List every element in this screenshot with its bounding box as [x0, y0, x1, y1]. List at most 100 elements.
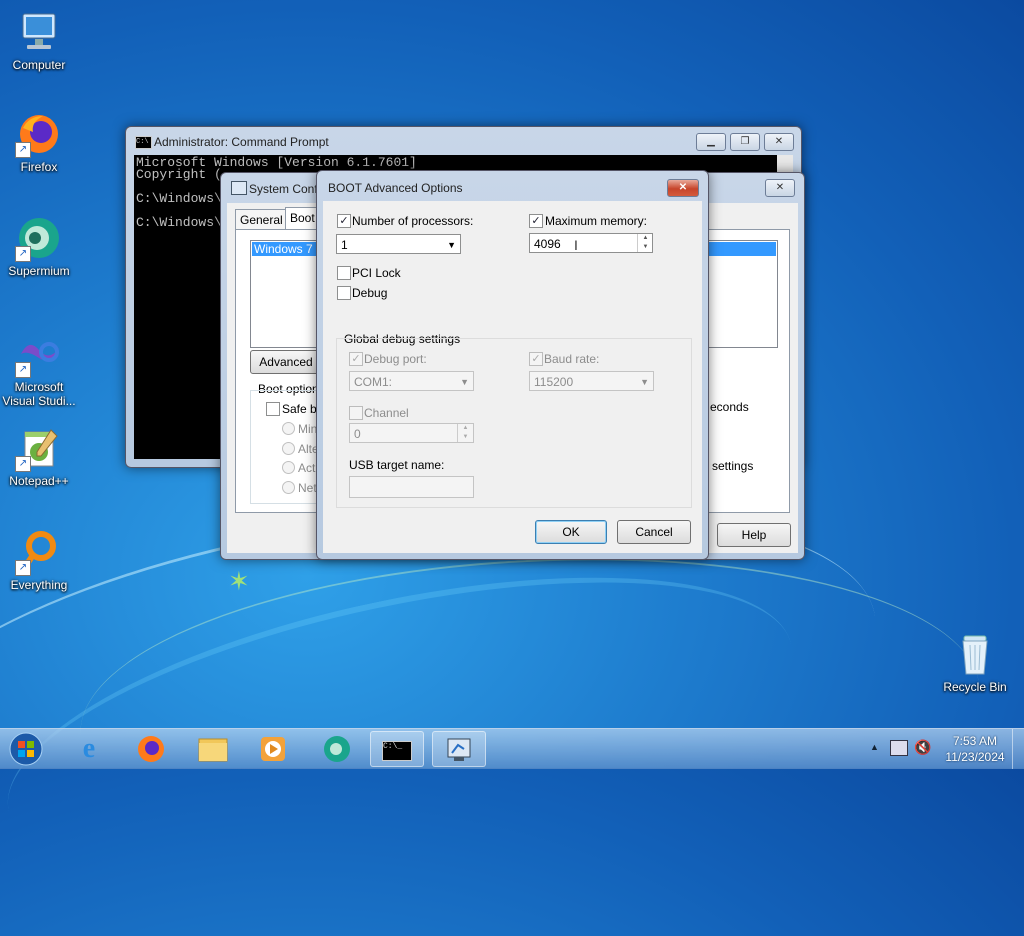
num-processors-dropdown[interactable]: 1 ▼	[336, 234, 461, 254]
baud-rate-label: Baud rate:	[544, 352, 600, 366]
num-processors-label: Number of processors:	[352, 214, 474, 228]
sysconfig-close-button[interactable]: ✕	[765, 179, 795, 197]
tab-general[interactable]: General	[235, 209, 288, 230]
desktop-icon-label: Microsoft Visual Studi...	[2, 380, 76, 408]
bootadv-close-button[interactable]: ✕	[667, 179, 699, 197]
close-button[interactable]: ✕	[764, 133, 794, 151]
radio-active[interactable]	[282, 461, 295, 474]
pci-lock-checkbox[interactable]	[337, 266, 351, 280]
taskbar: e C:\_ ▲ 🔇 7:53 AM 11/23/2024	[0, 728, 1024, 769]
maximize-button[interactable]: ❐	[730, 133, 760, 151]
max-memory-value: 4096	[534, 237, 561, 251]
channel-label: Channel	[364, 406, 409, 420]
baud-rate-checkbox[interactable]: ✓	[529, 352, 543, 366]
desktop-icon-notepadpp[interactable]: ↗ Notepad++	[1, 424, 77, 488]
safe-boot-checkbox[interactable]	[266, 402, 280, 416]
desktop-icon-computer[interactable]: Computer	[1, 8, 77, 72]
chevron-down-icon: ▼	[447, 240, 456, 250]
bootadv-titlebar[interactable]: BOOT Advanced Options ✕	[317, 171, 708, 199]
tab-boot[interactable]: Boot	[285, 207, 320, 230]
sysconfig-title: System Conf	[249, 182, 318, 196]
shortcut-arrow-icon: ↗	[15, 246, 31, 262]
channel-checkbox[interactable]	[349, 406, 363, 420]
chevron-down-icon: ▼	[640, 377, 649, 387]
desktop-icon-label: Recycle Bin	[943, 680, 1007, 694]
baud-rate-dropdown[interactable]: 115200 ▼	[529, 371, 654, 391]
taskbar-command-prompt[interactable]: C:\_	[370, 731, 424, 767]
shortcut-arrow-icon: ↗	[15, 362, 31, 378]
channel-input[interactable]: 0	[349, 423, 474, 443]
taskbar-internet-explorer[interactable]: e	[62, 731, 116, 767]
max-memory-input[interactable]: 4096	[529, 233, 653, 253]
taskbar-media-player[interactable]	[246, 731, 300, 767]
shortcut-arrow-icon: ↗	[15, 560, 31, 576]
debug-port-dropdown[interactable]: COM1: ▼	[349, 371, 474, 391]
media-player-icon	[261, 737, 285, 761]
num-processors-checkbox[interactable]: ✓	[337, 214, 351, 228]
taskbar-explorer[interactable]	[186, 731, 240, 767]
taskbar-firefox[interactable]	[124, 731, 178, 767]
desktop-icon-everything[interactable]: ↗ Everything	[1, 528, 77, 592]
radio-minimal[interactable]	[282, 422, 295, 435]
folder-icon	[198, 738, 228, 762]
debug-label: Debug	[352, 286, 388, 300]
debug-port-value: COM1:	[354, 375, 393, 389]
desktop-icon-visual-studio[interactable]: ↗ Microsoft Visual Studi...	[1, 330, 77, 408]
recycle-bin-icon	[951, 630, 999, 678]
debug-port-label: Debug port:	[364, 352, 427, 366]
text-cursor-icon: I	[574, 237, 578, 253]
timeout-seconds-label: econds	[710, 400, 749, 414]
max-memory-checkbox[interactable]: ✓	[529, 214, 543, 228]
sysconfig-app-icon	[231, 181, 247, 195]
minimize-button[interactable]: ▁	[696, 133, 726, 151]
desktop-icon-firefox[interactable]: ↗ Firefox	[1, 110, 77, 174]
network-icon[interactable]	[890, 740, 908, 756]
clock[interactable]: 7:53 AM 11/23/2024	[940, 733, 1010, 765]
everything-icon: ↗	[15, 528, 63, 576]
cancel-button[interactable]: Cancel	[617, 520, 691, 544]
start-button[interactable]	[3, 731, 49, 767]
radio-alternate[interactable]	[282, 442, 295, 455]
desktop-icon-recycle-bin[interactable]: Recycle Bin	[937, 630, 1013, 694]
max-memory-spinner[interactable]: ▲ ▼	[637, 234, 653, 252]
supermium-icon	[324, 736, 350, 762]
visual-studio-icon: ↗	[15, 330, 63, 378]
baud-rate-value: 115200	[534, 375, 574, 389]
channel-value: 0	[354, 427, 361, 441]
supermium-icon: ↗	[15, 214, 63, 262]
taskbar-supermium[interactable]	[310, 731, 364, 767]
debug-checkbox[interactable]	[337, 286, 351, 300]
debug-port-checkbox[interactable]: ✓	[349, 352, 363, 366]
volume-muted-icon[interactable]: 🔇	[914, 739, 931, 756]
usb-target-input[interactable]	[349, 476, 474, 498]
cmd-line: Microsoft Windows [Version 6.1.7601]	[136, 155, 417, 170]
clock-date: 11/23/2024	[945, 750, 1005, 764]
show-desktop-button[interactable]	[1012, 729, 1024, 769]
notepadpp-icon: ↗	[15, 424, 63, 472]
chevron-down-icon: ▼	[460, 377, 469, 387]
num-processors-value: 1	[341, 238, 348, 252]
max-memory-label: Maximum memory:	[545, 214, 648, 228]
bootadv-panel: ✓ Number of processors: 1 ▼ ✓ Maximum me…	[323, 201, 702, 553]
bootadv-title: BOOT Advanced Options	[328, 181, 463, 195]
shortcut-arrow-icon: ↗	[15, 456, 31, 472]
cmd-icon: C:\_	[382, 741, 412, 761]
channel-spinner[interactable]: ▲ ▼	[457, 424, 473, 442]
cmd-titlebar[interactable]: C:\ Administrator: Command Prompt ▁ ❐ ✕	[126, 127, 801, 155]
ok-button[interactable]: OK	[535, 520, 607, 544]
help-button[interactable]: Help	[717, 523, 791, 547]
desktop-icon-label: Firefox	[20, 160, 58, 174]
show-hidden-icons-button[interactable]: ▲	[870, 742, 879, 752]
cmd-app-icon: C:\	[135, 136, 152, 149]
radio-network[interactable]	[282, 481, 295, 494]
usb-target-label: USB target name:	[349, 458, 445, 472]
firefox-icon	[138, 736, 164, 762]
desktop-icon-label: Everything	[10, 578, 68, 592]
boot-advanced-options-dialog[interactable]: BOOT Advanced Options ✕ ✓ Number of proc…	[316, 170, 709, 560]
desktop-icon-supermium[interactable]: ↗ Supermium	[1, 214, 77, 278]
firefox-icon: ↗	[15, 110, 63, 158]
pci-lock-label: PCI Lock	[352, 266, 401, 280]
wallpaper-logo: ✶	[228, 566, 250, 596]
taskbar-system-configuration[interactable]	[432, 731, 486, 767]
computer-icon	[15, 8, 63, 56]
